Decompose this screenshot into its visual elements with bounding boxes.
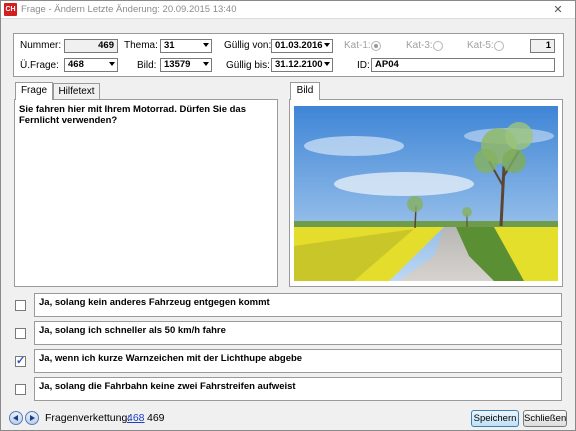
kat5-label: Kat-5: (467, 40, 494, 51)
thema-label: Thema: (124, 40, 158, 51)
verkettung-label: Fragenverkettung: (45, 412, 131, 424)
chevron-down-icon (324, 62, 330, 66)
ufrage-select[interactable]: 468 (64, 58, 118, 72)
answer-4-checkbox[interactable] (15, 384, 26, 395)
kat3-label: Kat-3: (406, 40, 433, 51)
question-text: Sie fahren hier mit Ihrem Motorrad. Dürf… (19, 104, 246, 126)
answer-3[interactable]: Ja, wenn ich kurze Warnzeichen mit der L… (34, 349, 562, 373)
answer-4[interactable]: Ja, solang die Fahrbahn keine zwei Fahrs… (34, 377, 562, 401)
tab-frage[interactable]: Frage (15, 82, 53, 100)
kat1-radio[interactable] (371, 41, 381, 51)
close-button[interactable]: Schließen (523, 410, 567, 427)
close-icon[interactable]: ✕ (551, 3, 565, 17)
gueltig-von-label: Güllig von: (224, 40, 272, 51)
question-image (294, 106, 558, 281)
window-title: Frage - Ändern Letzte Änderung: 20.09.20… (21, 4, 237, 15)
kat5-radio[interactable] (494, 41, 504, 51)
header-panel: Nummer: 469 Thema: 31 Güllig von: 01.03.… (13, 33, 564, 77)
thema-select[interactable]: 31 (160, 39, 212, 53)
gueltig-bis-label: Güllig bis: (226, 60, 270, 71)
arrow-right-icon (30, 415, 35, 421)
chevron-down-icon (109, 62, 115, 66)
nummer-field[interactable]: 469 (64, 39, 118, 53)
verkettung-current: 469 (147, 412, 165, 424)
verkettung-link[interactable]: 468 (127, 412, 145, 424)
previous-icon[interactable] (9, 411, 23, 425)
tab-hilfetext[interactable]: Hilfetext (53, 83, 100, 100)
ufrage-label: Ü.Frage: (20, 60, 59, 71)
answer-2-checkbox[interactable] (15, 328, 26, 339)
chevron-down-icon (324, 43, 330, 47)
arrow-left-icon (13, 415, 18, 421)
kat3-radio[interactable] (433, 41, 443, 51)
dialog-window: CH Frage - Ändern Letzte Änderung: 20.09… (0, 0, 576, 431)
id-label: ID: (357, 60, 370, 71)
answer-2[interactable]: Ja, solang ich schneller als 50 km/h fah… (34, 321, 562, 345)
next-icon[interactable] (25, 411, 39, 425)
answer-3-checkbox[interactable]: ✓ (15, 355, 26, 367)
app-icon: CH (4, 3, 17, 16)
title-bar: CH Frage - Ändern Letzte Änderung: 20.09… (1, 1, 575, 19)
gueltig-bis-select[interactable]: 31.12.2100 (271, 58, 333, 72)
thema-value: 31 (164, 40, 175, 51)
answer-1[interactable]: Ja, solang kein anderes Fahrzeug entgege… (34, 293, 562, 317)
answer-1-checkbox[interactable] (15, 300, 26, 311)
bild-label: Bild: (137, 60, 157, 71)
question-panel: Sie fahren hier mit Ihrem Motorrad. Dürf… (14, 99, 278, 287)
chevron-down-icon (203, 62, 209, 66)
image-panel (289, 99, 563, 287)
kat1-label: Kat-1: (344, 40, 371, 51)
bild-value: 13579 (164, 59, 191, 70)
kat-count-field: 1 (530, 39, 555, 53)
checkmark-icon: ✓ (16, 355, 26, 367)
id-field[interactable]: AP04 (371, 58, 555, 72)
bild-select[interactable]: 13579 (160, 58, 212, 72)
save-button[interactable]: Speichern (471, 410, 519, 427)
gueltig-von-value: 01.03.2016 (275, 40, 323, 51)
gueltig-bis-value: 31.12.2100 (275, 59, 323, 70)
gueltig-von-select[interactable]: 01.03.2016 (271, 39, 333, 53)
chevron-down-icon (203, 43, 209, 47)
tab-bild[interactable]: Bild (290, 82, 320, 100)
nummer-label: Nummer: (20, 40, 62, 51)
ufrage-value: 468 (68, 59, 84, 70)
